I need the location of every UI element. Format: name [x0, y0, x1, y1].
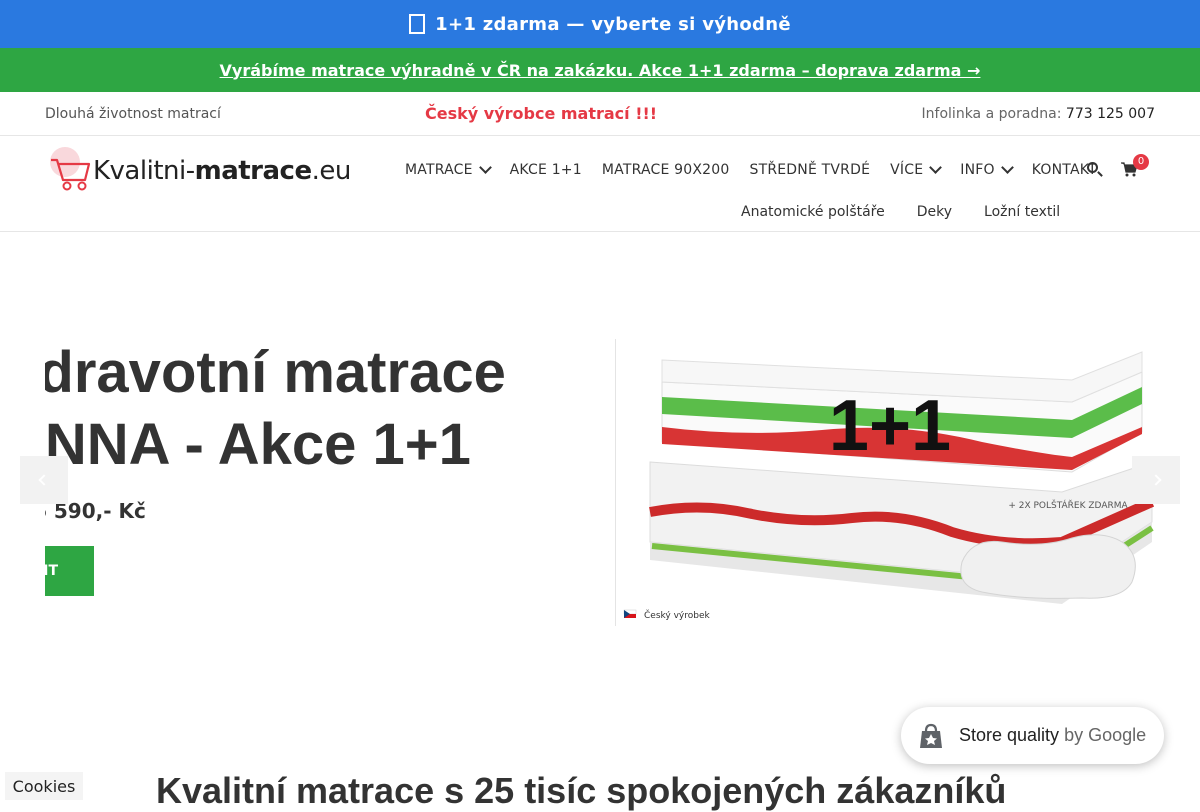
gift-icon: [409, 14, 426, 34]
info-bar: Dlouhá životnost matrací Český výrobce m…: [0, 92, 1200, 136]
store-quality-by: by Google: [1064, 725, 1147, 745]
section-heading: Kvalitní matrace s 25 tisíc spokojených …: [156, 770, 1007, 811]
image-big-text: 1+1: [829, 386, 951, 466]
nav-item-akce[interactable]: AKCE 1+1: [510, 162, 582, 178]
hero-divider: [615, 339, 616, 626]
nav-label: MATRACE: [405, 162, 473, 178]
nav-item-matrace-90x200[interactable]: MATRACE 90X200: [602, 162, 730, 178]
subnav-item-lozni-textil[interactable]: Ložní textil: [984, 204, 1060, 220]
chevron-down-icon: [929, 161, 943, 174]
subnav-item-deky[interactable]: Deky: [917, 204, 952, 220]
info-center-text: Český výrobce matrací !!!: [425, 104, 658, 123]
shopping-bag-icon: [920, 723, 942, 748]
store-quality-text: Store quality: [959, 725, 1060, 745]
nav-item-info[interactable]: INFO: [960, 161, 1014, 178]
chevron-right-icon: [1150, 474, 1162, 486]
nav-icons: 0: [1087, 154, 1149, 178]
cart-button[interactable]: 0: [1121, 154, 1149, 178]
hero-title-line2: ANNA - Akce 1+1: [45, 412, 471, 477]
subnav-item-polstare[interactable]: Anatomické polštáře: [741, 204, 885, 220]
logo-text: Kvalitni-matrace.eu: [93, 156, 351, 186]
green-banner-link[interactable]: Vyrábíme matrace výhradně v ČR na zakázk…: [220, 61, 981, 80]
hero-slider: Zdravotní matrace ANNA - Akce 1+1 6 590,…: [0, 232, 1200, 712]
cookies-label: Cookies: [12, 776, 76, 796]
mattress-product-image[interactable]: 1+1 + 2X POLŠTÁŘEK ZDARMA Český výrobek: [622, 342, 1154, 624]
store-quality-badge[interactable]: Store quality by Google: [901, 707, 1164, 764]
logo-text-part2: matrace: [194, 156, 312, 186]
nav-item-stredne-tvrde[interactable]: STŘEDNĚ TVRDÉ: [749, 162, 870, 178]
cookies-button[interactable]: Cookies: [5, 772, 83, 800]
buy-button-label: KOUPIT: [45, 563, 58, 579]
promo-bar: 1+1 zdarma — vyberte si výhodně: [0, 0, 1200, 48]
logo-text-part1: Kvalitni-: [93, 156, 195, 186]
nav-item-matrace[interactable]: MATRACE: [405, 161, 492, 178]
info-left-text: Dlouhá životnost matrací: [45, 106, 221, 122]
header: Kvalitni-matrace.eu MATRACE AKCE 1+1 MAT…: [0, 136, 1200, 232]
sub-nav: Anatomické polštáře Deky Ložní textil: [741, 204, 1092, 220]
main-nav: MATRACE AKCE 1+1 MATRACE 90X200 STŘEDNĚ …: [405, 161, 1117, 178]
nav-label: STŘEDNĚ TVRDÉ: [749, 162, 871, 178]
green-banner: Vyrábíme matrace výhradně v ČR na zakázk…: [0, 48, 1200, 92]
hotline-label: Infolinka a poradna:: [921, 106, 1062, 122]
cart-count-badge: 0: [1133, 154, 1149, 170]
nav-item-vice[interactable]: VÍCE: [890, 161, 943, 178]
buy-button[interactable]: KOUPIT: [45, 546, 94, 596]
logo[interactable]: Kvalitni-matrace.eu: [45, 146, 351, 194]
hero-text: Zdravotní matrace ANNA - Akce 1+1 6 590,…: [45, 337, 605, 607]
hotline: Infolinka a poradna: 773 125 007: [922, 106, 1155, 122]
nav-label: INFO: [960, 162, 995, 178]
chevron-down-icon: [478, 161, 492, 174]
image-flag-text: Český výrobek: [644, 609, 710, 621]
nav-label: AKCE 1+1: [509, 162, 582, 178]
slider-prev-button[interactable]: [20, 456, 68, 504]
nav-label: MATRACE 90X200: [601, 162, 730, 178]
search-icon[interactable]: [1087, 162, 1103, 178]
logo-text-part3: .eu: [311, 156, 352, 186]
chevron-left-icon: [38, 474, 50, 486]
chevron-down-icon: [1000, 161, 1014, 174]
hotline-phone[interactable]: 773 125 007: [1066, 106, 1155, 122]
logo-cart-icon: [50, 147, 91, 191]
image-note: + 2X POLŠTÁŘEK ZDARMA: [1008, 499, 1128, 511]
hero-title-line1: Zdravotní matrace: [45, 340, 506, 405]
promo-text: 1+1 zdarma — vyberte si výhodně: [435, 13, 791, 35]
nav-label: VÍCE: [890, 162, 924, 178]
hero-title: Zdravotní matrace ANNA - Akce 1+1: [45, 337, 506, 481]
slider-next-button[interactable]: [1132, 456, 1180, 504]
